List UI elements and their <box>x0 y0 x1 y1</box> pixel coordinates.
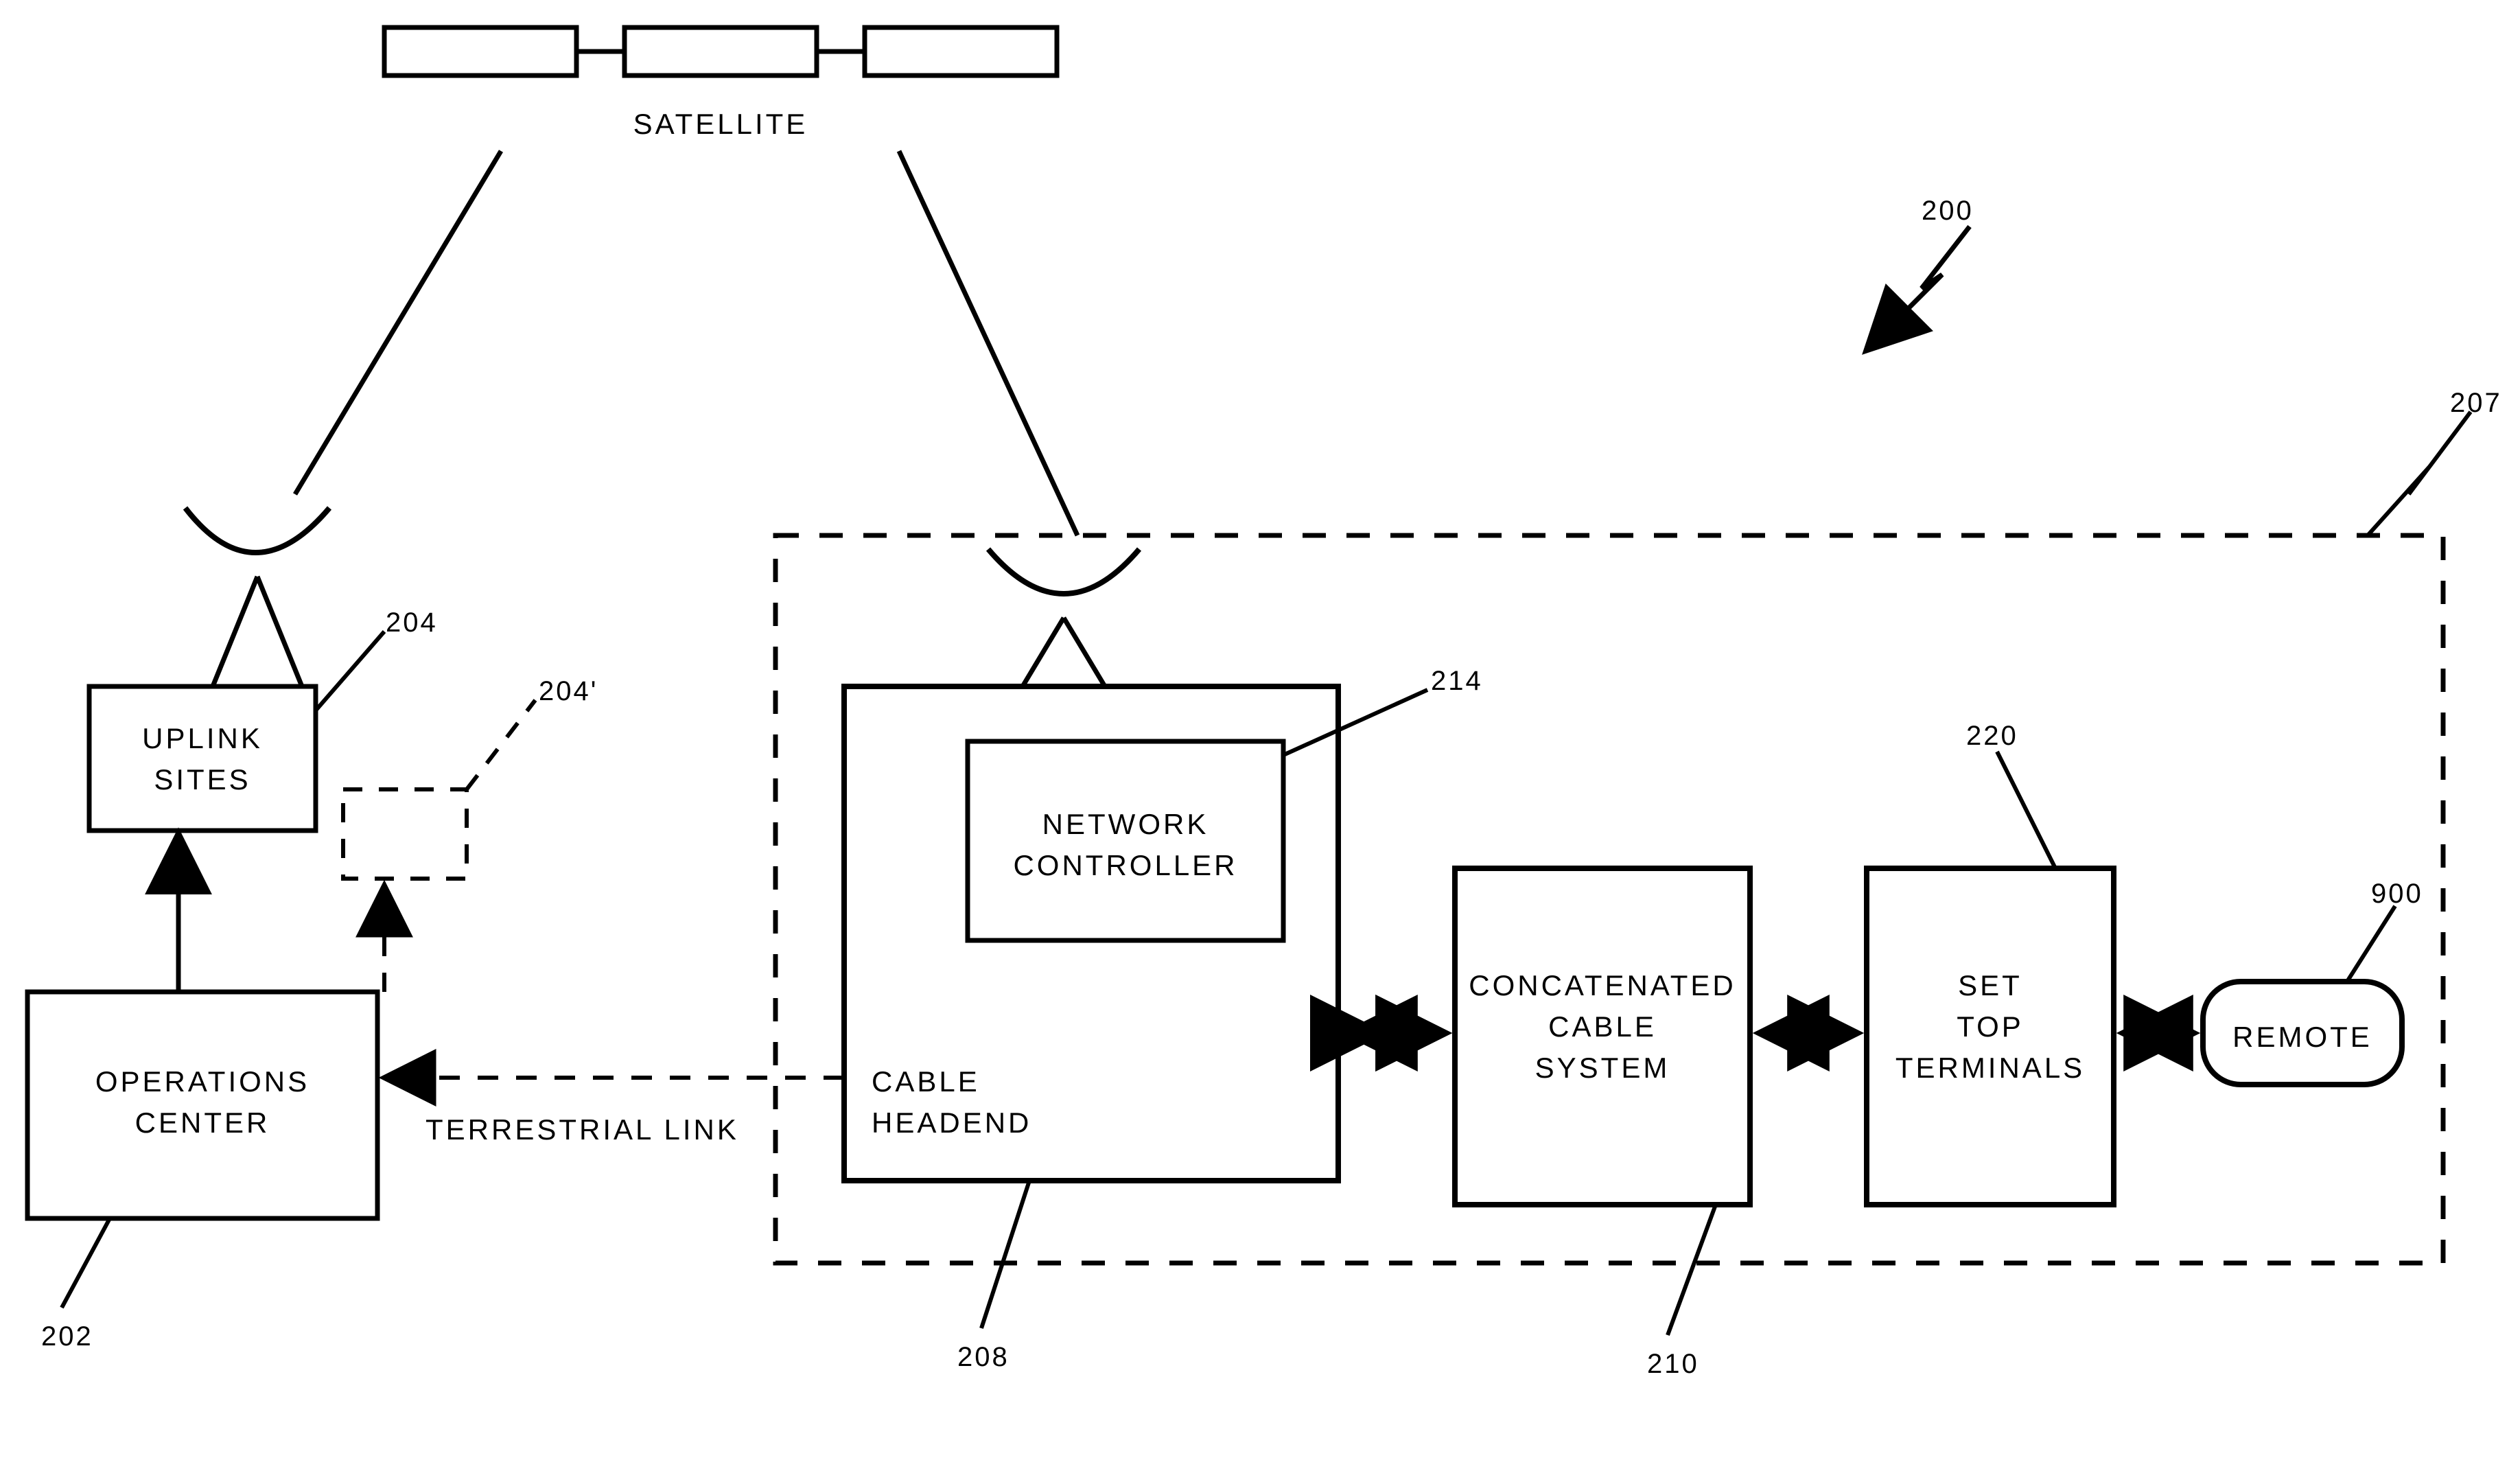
remote-label: REMOTE <box>2232 1021 2372 1053</box>
uplink-alt-box <box>343 789 467 879</box>
stt-label-3: TERMINALS <box>1895 1052 2085 1084</box>
ref-207: 207 <box>2450 388 2502 418</box>
terrestrial-label: TERRESTRIAL LINK <box>425 1113 739 1146</box>
ref-200-leader: 200 <box>1867 196 1974 350</box>
uplink-label-1: UPLINK <box>142 722 263 754</box>
network-controller-box <box>968 741 1283 940</box>
uplink-label-2: SITES <box>154 763 250 796</box>
ref-207-leader <box>2368 412 2471 535</box>
region-207 <box>775 535 2443 1263</box>
cablehead-label-2: HEADEND <box>872 1107 1031 1139</box>
opcenter-label-1: OPERATIONS <box>95 1065 310 1098</box>
uplink-dish-icon <box>172 508 343 686</box>
operations-center-box <box>27 992 377 1218</box>
opcenter-label-2: CENTER <box>135 1107 270 1139</box>
cablehead-label-1: CABLE <box>872 1065 980 1098</box>
wireless-link-right <box>899 151 1077 535</box>
diagram-canvas: SATELLITE UPLINK SITES 204 OPERATIONS CE… <box>0 0 2520 1471</box>
headend-dish-icon <box>988 549 1139 686</box>
ref-214: 214 <box>1431 666 1483 696</box>
ref-220: 220 <box>1966 721 2018 751</box>
ref-204: 204 <box>386 607 438 638</box>
ref-210: 210 <box>1647 1349 1699 1379</box>
ref-900: 900 <box>2371 879 2423 909</box>
concat-label-2: CABLE <box>1548 1010 1657 1043</box>
ref-200: 200 <box>1922 196 1974 226</box>
concat-label-1: CONCATENATED <box>1469 969 1736 1001</box>
uplink-sites-box <box>89 686 316 831</box>
ref-202: 202 <box>41 1321 93 1352</box>
netctrl-label-2: CONTROLLER <box>1013 849 1237 881</box>
stt-label-2: TOP <box>1957 1010 2024 1043</box>
ref-204p: 204' <box>539 676 598 706</box>
satellite-label: SATELLITE <box>633 108 808 140</box>
satellite: SATELLITE <box>384 27 1057 140</box>
concat-label-3: SYSTEM <box>1535 1052 1670 1084</box>
stt-label-1: SET <box>1958 969 2022 1001</box>
netctrl-label-1: NETWORK <box>1042 808 1209 840</box>
wireless-link-left <box>295 151 508 494</box>
ref-208: 208 <box>957 1342 1010 1372</box>
